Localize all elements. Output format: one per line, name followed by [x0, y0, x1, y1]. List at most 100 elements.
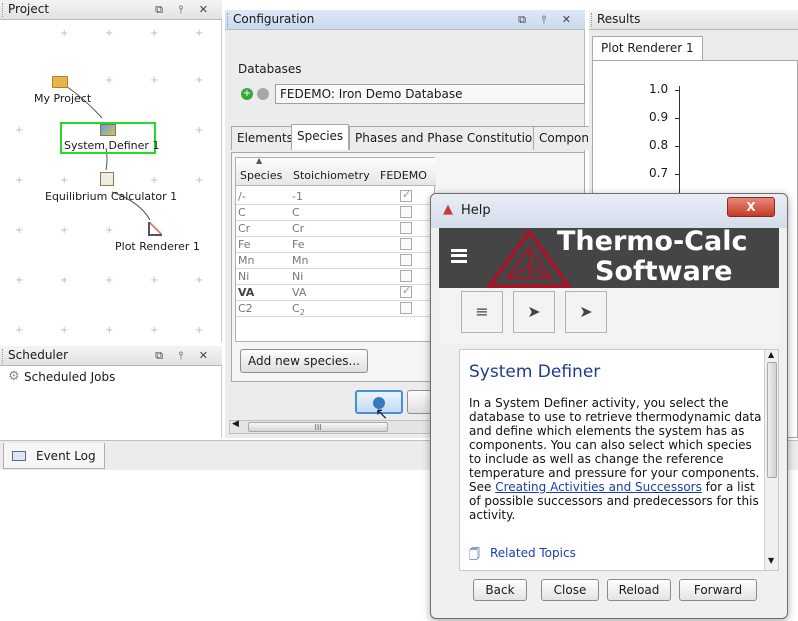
tab-plot-renderer[interactable]: Plot Renderer 1 — [592, 36, 703, 60]
arrow-right-icon: ➤ — [579, 302, 593, 321]
related-topics-icon: 🗍 — [469, 548, 480, 561]
plot-icon[interactable] — [148, 222, 162, 236]
y-tick-label: 1.0 — [649, 82, 669, 96]
results-panel-header: Results — [589, 10, 798, 30]
scheduled-jobs-item[interactable]: Scheduled Jobs — [24, 370, 115, 384]
species-name: C2 — [238, 302, 253, 315]
help-scrollbar[interactable]: ▲ ▼ — [764, 350, 778, 570]
species-checkbox[interactable] — [400, 254, 412, 266]
panel-window-buttons[interactable]: ⧉ ⫯ ✕ — [155, 0, 214, 19]
drag-grip[interactable] — [2, 3, 5, 17]
project-title: Project — [8, 2, 50, 16]
project-canvas[interactable]: + + + + + + + + + + + + + + + + + + + + + + + + + + My Proj… — [0, 20, 222, 342]
reload-button[interactable]: Reload — [607, 579, 671, 601]
stoichiometry-text: -1 — [292, 190, 303, 203]
stoichiometry-text: VA — [292, 286, 307, 299]
tab-components[interactable]: Compon — [533, 126, 593, 150]
database-select[interactable]: FEDEMO: Iron Demo Database — [275, 84, 585, 104]
tab-phases[interactable]: Phases and Phase Constitution — [349, 126, 546, 150]
species-stoichiometry: Ni — [292, 270, 303, 283]
y-tick — [675, 118, 679, 119]
species-checkbox[interactable] — [400, 302, 412, 314]
gear-icon: ⚙ — [8, 369, 20, 384]
event-log-label: Event Log — [36, 449, 96, 463]
tree-node-plot-renderer[interactable]: Plot Renderer 1 — [115, 240, 200, 253]
species-checkbox[interactable] — [400, 222, 412, 234]
scroll-up-icon[interactable]: ▲ — [768, 350, 774, 359]
horizontal-scrollbar[interactable]: ◀ III — [229, 419, 439, 434]
tree-node-my-project[interactable]: My Project — [34, 92, 91, 105]
column-stoichiometry[interactable]: Stoichiometry — [293, 169, 370, 182]
table-row[interactable]: CC — [236, 205, 436, 221]
logo-subtitle: Software — [595, 256, 733, 287]
drag-grip[interactable] — [227, 13, 230, 27]
contents-button[interactable]: ≡ — [461, 291, 503, 333]
panel-window-buttons[interactable]: ⧉ ⫯ ✕ — [155, 346, 214, 365]
table-row[interactable]: Mn Mn — [236, 253, 436, 269]
scrollbar-thumb[interactable]: III — [248, 422, 388, 432]
arrow-left-icon: ➤ — [527, 302, 541, 321]
add-new-species-button[interactable]: Add new species... — [240, 349, 368, 373]
project-panel-header: Project ⧉ ⫯ ✕ — [0, 0, 222, 20]
warning-icon: ▲ — [443, 202, 453, 217]
species-name: Fe — [238, 238, 251, 251]
close-button[interactable]: Close — [541, 579, 599, 601]
nav-forward-button[interactable]: ➤ — [565, 291, 607, 333]
species-table: ▲ Species Stoichiometry FEDEMO /--1CCCrC… — [235, 156, 436, 342]
nav-back-button[interactable]: ➤ — [513, 291, 555, 333]
column-species[interactable]: Species — [240, 169, 282, 182]
add-database-icon[interactable]: + — [241, 88, 253, 100]
related-topics-link[interactable]: Related Topics — [490, 546, 576, 560]
species-checkbox[interactable] — [400, 188, 412, 202]
column-fedemo[interactable]: FEDEMO — [380, 169, 427, 182]
y-tick — [675, 90, 679, 91]
scroll-down-icon[interactable]: ▼ — [768, 556, 774, 565]
folder-icon[interactable] — [52, 76, 68, 88]
tree-node-equilibrium-calculator[interactable]: Equilibrium Calculator 1 — [45, 190, 177, 203]
list-icon: ≡ — [475, 302, 489, 321]
help-titlebar[interactable]: ▲ Help X — [431, 194, 787, 228]
drag-grip[interactable] — [2, 349, 5, 363]
help-title: Help — [461, 203, 491, 218]
species-stoichiometry: Fe — [292, 238, 305, 251]
species-checkbox[interactable] — [400, 238, 412, 250]
y-tick-label: 0.8 — [649, 138, 669, 152]
calculator-icon[interactable] — [100, 172, 114, 186]
scroll-left-icon[interactable]: ◀ — [232, 419, 239, 429]
scheduler-body: ⚙ Scheduled Jobs — [0, 366, 222, 438]
table-row[interactable]: C2 C2 — [236, 301, 436, 317]
table-row[interactable]: /- -1 — [236, 188, 436, 205]
back-button[interactable]: Back — [473, 579, 527, 601]
help-scrollbar-thumb[interactable] — [767, 362, 777, 478]
tab-elements[interactable]: Elements — [231, 126, 299, 150]
species-checkbox[interactable] — [400, 206, 412, 218]
table-row[interactable]: VA VA — [236, 284, 436, 301]
species-checkbox[interactable] — [400, 270, 412, 282]
close-window-button[interactable]: X — [727, 197, 775, 217]
species-stoichiometry: Cr — [292, 222, 304, 235]
species-checkbox[interactable] — [400, 284, 412, 298]
close-icon: X — [746, 200, 756, 214]
forward-button[interactable]: Forward — [679, 579, 757, 601]
y-tick-label: 0.9 — [649, 110, 669, 124]
drag-grip[interactable] — [591, 13, 594, 27]
help-nav: ≡ ➤ ➤ — [439, 288, 779, 344]
hamburger-menu-icon[interactable] — [451, 249, 467, 263]
y-tick-label: 0.7 — [649, 166, 669, 180]
table-row[interactable]: Cr Cr — [236, 221, 436, 237]
help-content: System Definer In a System Definer activ… — [459, 349, 779, 571]
table-row[interactable]: Ni Ni — [236, 269, 436, 285]
stoichiometry-text: Mn — [292, 254, 309, 267]
species-stoichiometry: -1 — [292, 190, 303, 203]
panel-window-buttons[interactable]: ⧉ ⫯ ✕ — [518, 10, 577, 29]
table-row[interactable]: Fe Fe — [236, 237, 436, 253]
tab-species[interactable]: Species — [291, 124, 350, 150]
y-tick — [675, 174, 679, 175]
stoichiometry-subscript: 2 — [299, 308, 305, 318]
tree-node-system-definer[interactable]: System Definer 1 — [64, 139, 159, 152]
remove-database-icon[interactable] — [257, 88, 269, 100]
results-title: Results — [597, 12, 641, 26]
tab-event-log[interactable]: Event Log — [3, 443, 105, 469]
creating-activities-link[interactable]: Creating Activities and Successors — [495, 480, 702, 494]
configuration-panel-header: Configuration ⧉ ⫯ ✕ — [225, 10, 585, 30]
